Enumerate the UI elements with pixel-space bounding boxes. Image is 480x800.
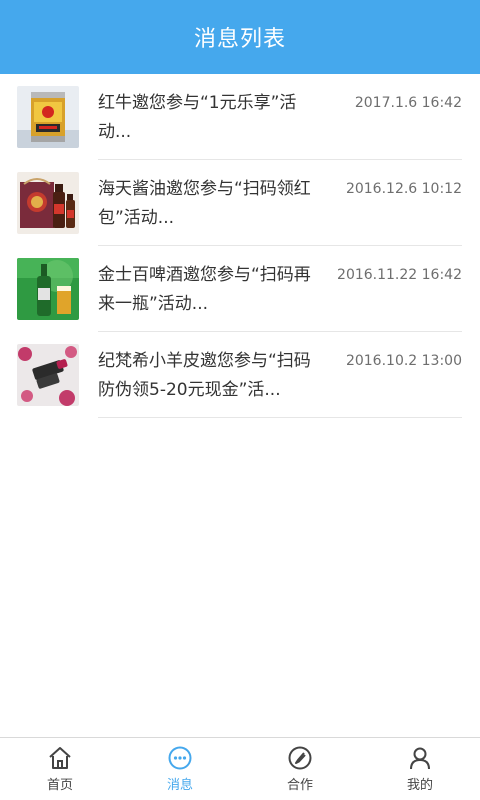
tab-messages[interactable]: 消息 [120, 738, 240, 800]
lipstick-image [17, 344, 79, 406]
page-title: 消息列表 [193, 27, 286, 52]
message-time: 2016.10.2 13:00 [345, 353, 462, 369]
message-time: 2017.1.6 16:42 [354, 95, 462, 111]
app-screen: 消息列表 红牛邀您参与“1元乐享”活动... 2017.1.6 16:42 海天… [0, 0, 480, 800]
tab-cooperation[interactable]: 合作 [240, 738, 360, 800]
home-icon [47, 745, 73, 771]
soy-sauce-image [17, 172, 79, 234]
tab-label: 我的 [406, 778, 433, 793]
message-title: 纪梵希小羊皮邀您参与“扫码防伪领5-20元现金”活... [98, 351, 311, 400]
bottom-tab-bar: 首页 消息 合作 我的 [0, 737, 480, 800]
message-title: 金士百啤酒邀您参与“扫码再来一瓶”活动... [98, 265, 311, 314]
tab-label: 合作 [286, 778, 313, 793]
message-icon [167, 745, 193, 771]
message-item-redbull[interactable]: 红牛邀您参与“1元乐享”活动... 2017.1.6 16:42 [0, 74, 480, 160]
message-title: 红牛邀您参与“1元乐享”活动... [98, 93, 297, 142]
tab-home[interactable]: 首页 [0, 738, 120, 800]
beer-bottle-image [17, 258, 79, 320]
red-bull-can-image [17, 86, 79, 148]
message-time: 2016.11.22 16:42 [337, 267, 462, 283]
tab-mine[interactable]: 我的 [360, 738, 480, 800]
tab-label: 消息 [166, 778, 193, 793]
message-time: 2016.12.6 10:12 [345, 181, 462, 197]
message-title: 海天酱油邀您参与“扫码领红包”活动... [98, 179, 311, 228]
header-bar: 消息列表 [0, 0, 480, 74]
message-item-haitian[interactable]: 海天酱油邀您参与“扫码领红包”活动... 2016.12.6 10:12 [0, 160, 480, 246]
tab-label: 首页 [46, 778, 73, 793]
user-icon [407, 745, 433, 771]
message-list: 红牛邀您参与“1元乐享”活动... 2017.1.6 16:42 海天酱油邀您参… [0, 74, 480, 418]
cooperation-icon [287, 745, 313, 771]
message-item-beer[interactable]: 金士百啤酒邀您参与“扫码再来一瓶”活动... 2016.11.22 16:42 [0, 246, 480, 332]
message-item-givenchy[interactable]: 纪梵希小羊皮邀您参与“扫码防伪领5-20元现金”活... 2016.10.2 1… [0, 332, 480, 418]
divider [98, 417, 462, 418]
